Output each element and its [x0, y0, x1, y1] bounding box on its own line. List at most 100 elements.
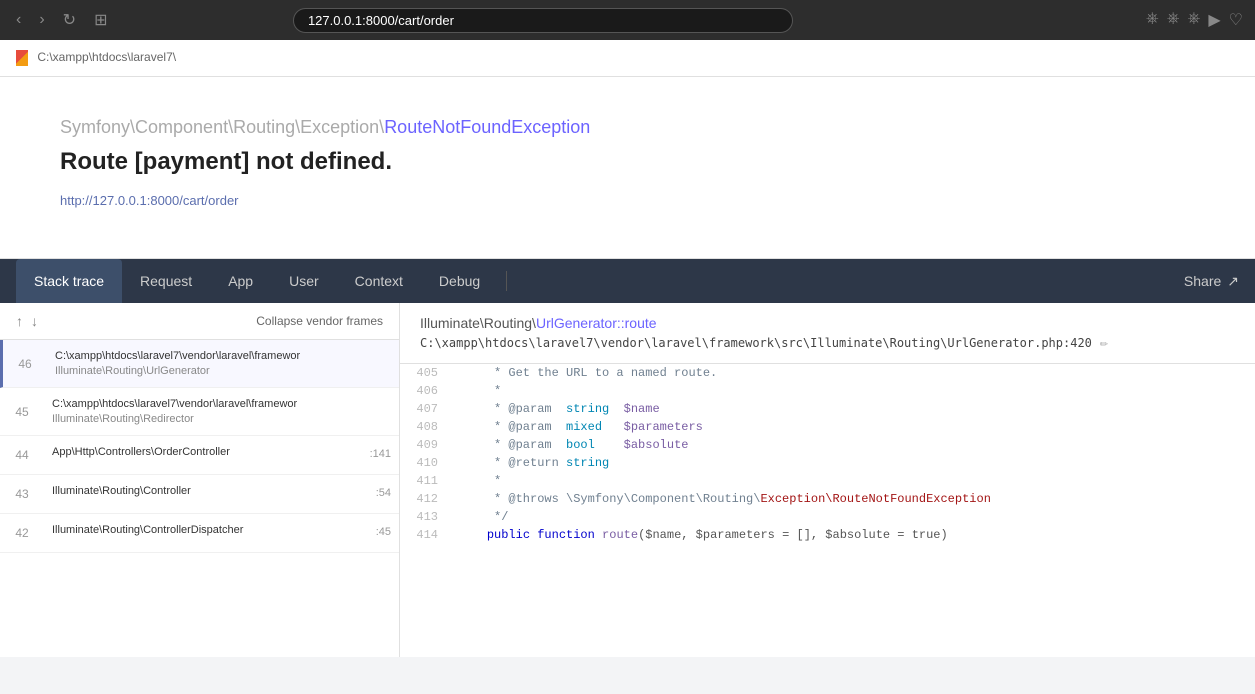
browser-chrome: ‹ › ↻ ⊞ 127.0.0.1:8000/cart/order ⎈ ⎈ ⎈ …: [0, 0, 1255, 40]
code-method: UrlGenerator::route: [536, 315, 657, 331]
line-content-405: * Get the URL to a named route.: [450, 364, 725, 382]
code-line-413: 413 */: [400, 508, 1255, 526]
line-content-412: * @throws \Symfony\Component\Routing\Exc…: [450, 490, 999, 508]
reload-button[interactable]: ↻: [59, 6, 80, 34]
exception-classname-highlight: RouteNotFoundException: [384, 117, 590, 137]
tab-app[interactable]: App: [210, 259, 271, 303]
tab-user[interactable]: User: [271, 259, 337, 303]
frame-path-46: C:\xampp\htdocs\laravel7\vendor\laravel\…: [55, 350, 391, 362]
code-namespace: Illuminate\Routing\: [420, 315, 536, 331]
frame-item-45[interactable]: 45 C:\xampp\htdocs\laravel7\vendor\larav…: [0, 388, 399, 436]
breadcrumb-bar: C:\xampp\htdocs\laravel7\: [0, 40, 1255, 77]
extension-icon: ⎈: [1188, 10, 1201, 30]
exception-url-link[interactable]: http://127.0.0.1:8000/cart/order: [60, 193, 239, 208]
edit-icon[interactable]: ✏: [1100, 335, 1108, 351]
line-num-406: 406: [400, 382, 450, 400]
frame-path-44: App\Http\Controllers\OrderController: [52, 446, 362, 458]
code-line-414: 414 public function route($name, $parame…: [400, 526, 1255, 544]
frame-class-45: Illuminate\Routing\Redirector: [52, 413, 391, 425]
breadcrumb-path: C:\xampp\htdocs\laravel7\: [37, 50, 176, 64]
line-content-414: public function route($name, $parameters…: [450, 526, 956, 544]
screenshot-icon: ⎈: [1167, 10, 1180, 30]
frame-details-43: Illuminate\Routing\Controller: [44, 475, 376, 513]
frame-item-46[interactable]: 46 C:\xampp\htdocs\laravel7\vendor\larav…: [0, 340, 399, 388]
grid-button[interactable]: ⊞: [90, 6, 111, 34]
code-panel: Illuminate\Routing\UrlGenerator::route C…: [400, 303, 1255, 657]
exception-namespace: Symfony\Component\Routing\Exception\: [60, 117, 384, 137]
tab-debug[interactable]: Debug: [421, 259, 498, 303]
frame-number-45: 45: [0, 388, 44, 435]
line-num-410: 410: [400, 454, 450, 472]
code-line-405: 405 * Get the URL to a named route.: [400, 364, 1255, 382]
line-num-413: 413: [400, 508, 450, 526]
code-block: 405 * Get the URL to a named route. 406 …: [400, 364, 1255, 544]
code-line-410: 410 * @return string: [400, 454, 1255, 472]
frame-line-44: :141: [370, 436, 399, 474]
frame-number-42: 42: [0, 514, 44, 552]
frame-path-45: C:\xampp\htdocs\laravel7\vendor\laravel\…: [52, 398, 391, 410]
frame-line-42: :45: [376, 514, 399, 552]
collapse-vendor-button[interactable]: Collapse vendor frames: [256, 314, 383, 328]
line-num-408: 408: [400, 418, 450, 436]
browser-action-icons: ⎈ ⎈ ⎈ ▶ ♡: [1146, 10, 1243, 30]
tab-divider: [506, 271, 507, 291]
share-button[interactable]: Share ↗: [1184, 273, 1239, 290]
share-label: Share: [1184, 273, 1221, 289]
frame-path-43: Illuminate\Routing\Controller: [52, 485, 368, 497]
error-content-area: Symfony\Component\Routing\Exception\Rout…: [0, 77, 1255, 259]
frame-list-header: ↑ ↓ Collapse vendor frames: [0, 303, 399, 340]
bookmark-icon: ♡: [1229, 10, 1243, 30]
favicon-icon: [16, 50, 28, 66]
line-content-409: * @param bool $absolute: [450, 436, 696, 454]
sort-down-button[interactable]: ↓: [31, 313, 38, 329]
line-content-411: *: [450, 472, 509, 490]
url-bar[interactable]: 127.0.0.1:8000/cart/order: [293, 8, 793, 33]
frame-path-42: Illuminate\Routing\ControllerDispatcher: [52, 524, 368, 536]
line-num-409: 409: [400, 436, 450, 454]
code-file-path-text: C:\xampp\htdocs\laravel7\vendor\laravel\…: [420, 336, 1092, 350]
frame-details-45: C:\xampp\htdocs\laravel7\vendor\laravel\…: [44, 388, 399, 435]
frame-details-42: Illuminate\Routing\ControllerDispatcher: [44, 514, 376, 552]
share-icon: ⎈: [1146, 10, 1159, 30]
share-arrow-icon: ↗: [1227, 273, 1239, 290]
stack-trace-area: Stack trace Request App User Context Deb…: [0, 259, 1255, 657]
line-num-405: 405: [400, 364, 450, 382]
exception-url: http://127.0.0.1:8000/cart/order: [60, 192, 1195, 208]
stack-content: ↑ ↓ Collapse vendor frames 46 C:\xampp\h…: [0, 303, 1255, 657]
nav-back-button[interactable]: ‹: [12, 7, 25, 33]
frame-details-44: App\Http\Controllers\OrderController: [44, 436, 370, 474]
line-num-414: 414: [400, 526, 450, 544]
line-num-411: 411: [400, 472, 450, 490]
frame-number-43: 43: [0, 475, 44, 513]
line-content-410: * @return string: [450, 454, 617, 472]
sort-up-button[interactable]: ↑: [16, 313, 23, 329]
frame-item-44[interactable]: 44 App\Http\Controllers\OrderController …: [0, 436, 399, 475]
code-header: Illuminate\Routing\UrlGenerator::route C…: [400, 303, 1255, 364]
frame-item-43[interactable]: 43 Illuminate\Routing\Controller :54: [0, 475, 399, 514]
code-line-411: 411 *: [400, 472, 1255, 490]
frame-class-46: Illuminate\Routing\UrlGenerator: [55, 365, 391, 377]
frame-list-panel: ↑ ↓ Collapse vendor frames 46 C:\xampp\h…: [0, 303, 400, 657]
line-content-408: * @param mixed $parameters: [450, 418, 711, 436]
line-num-407: 407: [400, 400, 450, 418]
exception-class: Symfony\Component\Routing\Exception\Rout…: [60, 117, 1195, 138]
code-line-408: 408 * @param mixed $parameters: [400, 418, 1255, 436]
nav-forward-button[interactable]: ›: [35, 7, 48, 33]
tabs-bar: Stack trace Request App User Context Deb…: [0, 259, 1255, 303]
code-line-412: 412 * @throws \Symfony\Component\Routing…: [400, 490, 1255, 508]
code-file-path: C:\xampp\htdocs\laravel7\vendor\laravel\…: [420, 335, 1235, 351]
line-content-413: */: [450, 508, 516, 526]
code-class-name: Illuminate\Routing\UrlGenerator::route: [420, 315, 1235, 331]
line-num-412: 412: [400, 490, 450, 508]
frame-details-46: C:\xampp\htdocs\laravel7\vendor\laravel\…: [47, 340, 399, 387]
tab-request[interactable]: Request: [122, 259, 210, 303]
frame-item-42[interactable]: 42 Illuminate\Routing\ControllerDispatch…: [0, 514, 399, 553]
exception-message: Route [payment] not defined.: [60, 148, 1195, 176]
line-content-406: *: [450, 382, 509, 400]
tab-context[interactable]: Context: [337, 259, 421, 303]
tab-stack-trace[interactable]: Stack trace: [16, 259, 122, 303]
play-icon: ▶: [1208, 10, 1220, 30]
code-line-406: 406 *: [400, 382, 1255, 400]
frame-number-44: 44: [0, 436, 44, 474]
code-line-407: 407 * @param string $name: [400, 400, 1255, 418]
